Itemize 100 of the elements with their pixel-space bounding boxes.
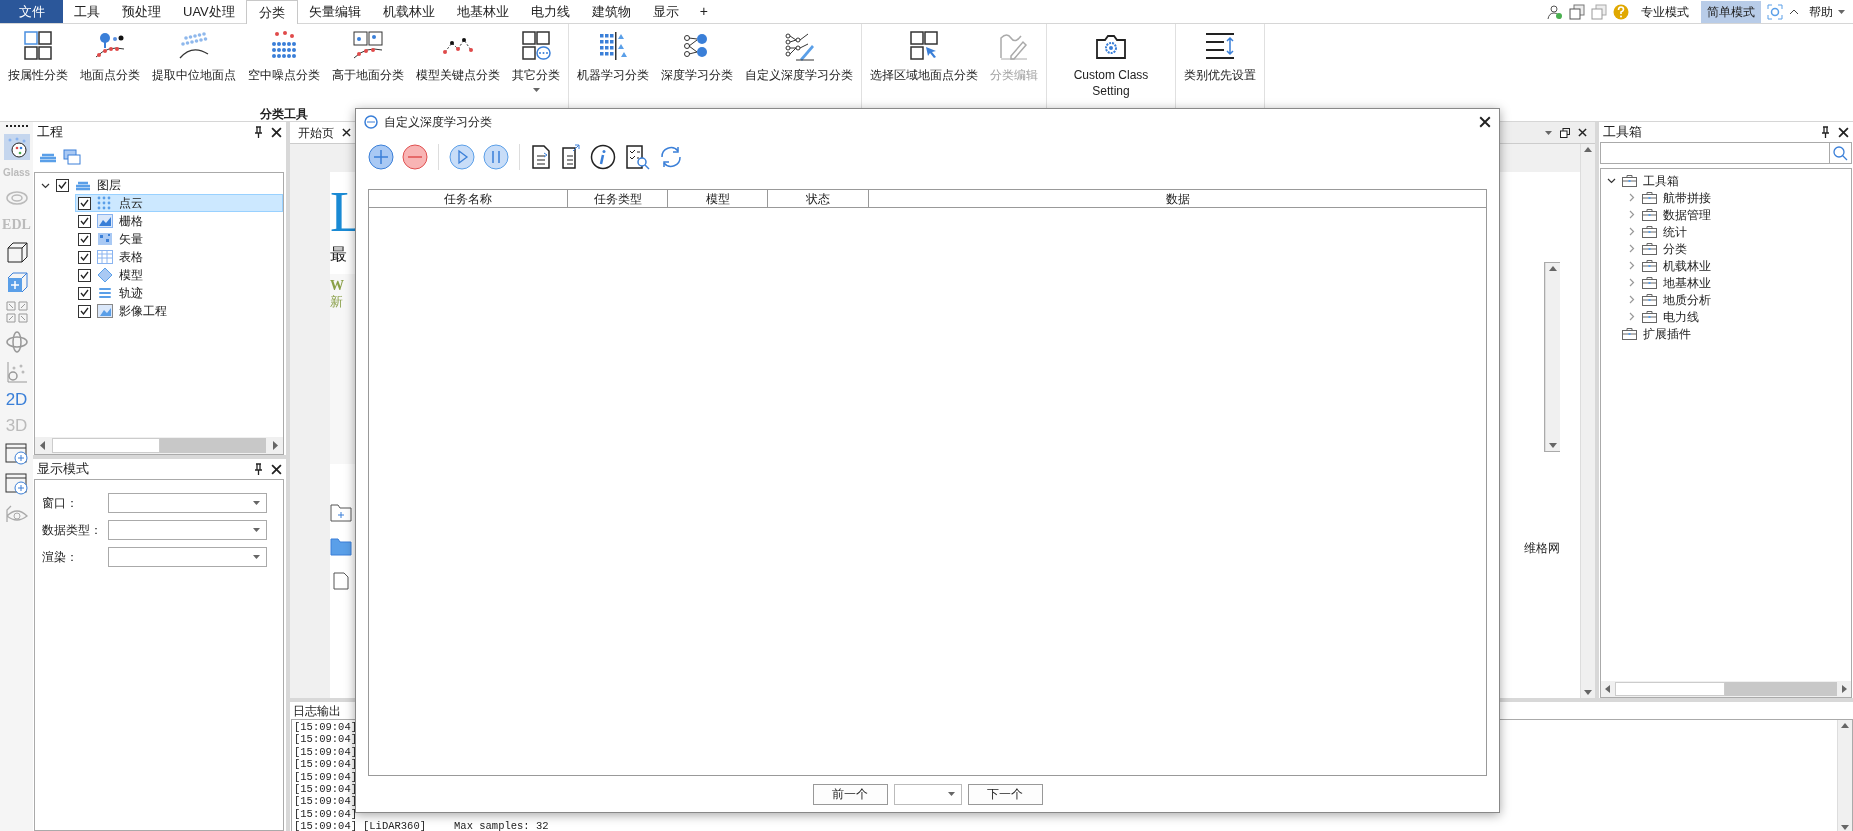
tree-item[interactable]: 机载林业 <box>1663 256 1711 275</box>
dropdown-field[interactable] <box>108 519 267 540</box>
chevron-right-icon[interactable] <box>1627 244 1636 253</box>
ribbon-tab[interactable]: UAV处理 <box>172 0 246 23</box>
horizontal-scrollbar[interactable] <box>35 437 283 454</box>
layer-row[interactable]: 矢量 <box>75 230 283 248</box>
dropdown-field[interactable] <box>108 492 267 513</box>
link-fragment[interactable]: 维格网 <box>1524 539 1560 557</box>
pin-icon[interactable] <box>254 463 263 475</box>
ribbon-button[interactable]: Custom Class Setting <box>1049 30 1173 99</box>
mode-button[interactable]: 简单模式 <box>1701 0 1761 23</box>
close-icon[interactable] <box>1838 126 1849 138</box>
ribbon-tab[interactable]: 工具 <box>63 0 111 23</box>
ribbon-button[interactable]: 地面点分类 <box>74 30 146 83</box>
horizontal-scrollbar[interactable] <box>1601 681 1851 697</box>
restore-icon[interactable] <box>1560 127 1570 138</box>
window-add-icon[interactable] <box>4 442 29 466</box>
tree-item[interactable]: 地质分析 <box>1663 290 1711 309</box>
tree-item[interactable]: 工具箱 <box>1643 171 1679 190</box>
checkbox[interactable] <box>78 232 91 246</box>
previous-button[interactable]: 前一个 <box>812 783 888 805</box>
ribbon-button[interactable]: 空中噪点分类 <box>242 30 326 83</box>
ribbon-button[interactable]: 提取中位地面点 <box>146 30 242 83</box>
next-button[interactable]: 下一个 <box>967 783 1043 805</box>
dropdown-field[interactable] <box>108 546 267 567</box>
add-icon[interactable] <box>368 144 394 170</box>
view-toggle[interactable]: 2D <box>5 390 28 410</box>
pause-icon[interactable] <box>483 144 509 170</box>
tree-item[interactable]: 图层 <box>97 176 121 194</box>
checkbox[interactable] <box>78 196 91 210</box>
tree-item[interactable]: 地基林业 <box>1663 273 1711 292</box>
pin-icon[interactable] <box>254 126 263 138</box>
help-menu[interactable]: 帮助 <box>1805 2 1849 21</box>
expand-arrows-icon[interactable] <box>4 300 29 324</box>
chevron-right-icon[interactable] <box>1627 193 1636 202</box>
checklist-search-icon[interactable] <box>624 144 650 170</box>
tree-item[interactable]: 扩展插件 <box>1643 324 1691 343</box>
ribbon-tab[interactable]: 电力线 <box>519 0 581 23</box>
ribbon-button[interactable]: 自定义深度学习分类 <box>739 30 859 83</box>
checkbox[interactable] <box>78 268 91 282</box>
ribbon-tab[interactable]: 分类 <box>245 0 298 24</box>
ribbon-button[interactable]: 模型关键点分类 <box>410 30 506 83</box>
ribbon-tab[interactable]: 预处理 <box>111 0 172 23</box>
ribbon-button[interactable]: 类别优先设置 <box>1178 30 1262 83</box>
screenshot-icon[interactable] <box>1767 3 1783 20</box>
tree-item[interactable]: 航带拼接 <box>1663 188 1711 207</box>
chevron-down-icon[interactable] <box>1607 176 1616 185</box>
collapse-icon[interactable] <box>1789 7 1799 16</box>
layer-row[interactable]: 影像工程 <box>75 302 283 320</box>
chevron-right-icon[interactable] <box>1627 295 1636 304</box>
layer-row[interactable]: 点云 <box>75 194 283 212</box>
ribbon-button[interactable]: 选择区域地面点分类 <box>864 30 984 83</box>
column-header[interactable]: 模型 <box>668 190 768 207</box>
file-menu[interactable]: 文件 <box>0 0 63 23</box>
column-header[interactable]: 任务名称 <box>369 190 568 207</box>
layer-row[interactable]: 模型 <box>75 266 283 284</box>
stacked-windows-icon[interactable] <box>63 149 81 165</box>
column-header[interactable]: 数据 <box>869 190 1486 207</box>
window-add-icon[interactable] <box>4 472 29 496</box>
document-import-icon[interactable] <box>530 144 552 170</box>
user-icon[interactable] <box>1547 3 1563 20</box>
ribbon-tab[interactable]: 机载林业 <box>371 0 446 23</box>
layer-row[interactable]: 表格 <box>75 248 283 266</box>
chevron-right-icon[interactable] <box>1627 227 1636 236</box>
ribbon-tab[interactable]: 显示 <box>641 0 690 23</box>
checkbox[interactable] <box>78 304 91 318</box>
ribbon-button[interactable]: 机器学习分类 <box>571 30 655 83</box>
ribbon-tab[interactable]: 矢量编辑 <box>297 0 372 23</box>
close-icon[interactable] <box>1578 128 1587 137</box>
cube-icon[interactable] <box>4 240 29 264</box>
close-icon[interactable] <box>1479 116 1491 128</box>
ribbon-tab[interactable]: 建筑物 <box>580 0 642 23</box>
ribbon-tab[interactable]: 地基林业 <box>445 0 520 23</box>
chevron-right-icon[interactable] <box>1627 278 1636 287</box>
remove-icon[interactable] <box>402 144 428 170</box>
pin-icon[interactable] <box>1821 126 1830 138</box>
scroll-down-icon[interactable] <box>1841 824 1849 830</box>
vertical-scrollbar[interactable] <box>1837 720 1852 831</box>
scroll-up-icon[interactable] <box>1549 266 1557 271</box>
vertical-scrollbar[interactable] <box>1580 144 1595 698</box>
chevron-right-icon[interactable] <box>1627 312 1636 321</box>
checkbox[interactable] <box>78 286 91 300</box>
chevron-right-icon[interactable] <box>1627 210 1636 219</box>
layer-row[interactable]: 轨迹 <box>75 284 283 302</box>
info-icon[interactable] <box>590 144 616 170</box>
ribbon-button[interactable]: 其它分类 <box>506 30 566 92</box>
close-icon[interactable] <box>271 126 282 138</box>
tree-item[interactable]: 分类 <box>1663 239 1687 258</box>
scroll-down-icon[interactable] <box>1549 443 1557 448</box>
play-icon[interactable] <box>449 144 475 170</box>
refresh-icon[interactable] <box>658 144 684 170</box>
checkbox[interactable] <box>56 178 69 192</box>
close-icon[interactable] <box>271 463 282 475</box>
scroll-down-icon[interactable] <box>1584 690 1592 695</box>
ribbon-button[interactable]: 深度学习分类 <box>655 30 739 83</box>
column-header[interactable]: 状态 <box>768 190 869 207</box>
add-tab-button[interactable]: + <box>689 0 718 23</box>
close-icon[interactable] <box>342 128 351 137</box>
tree-item[interactable]: 电力线 <box>1663 307 1699 326</box>
column-header[interactable]: 任务类型 <box>568 190 668 207</box>
